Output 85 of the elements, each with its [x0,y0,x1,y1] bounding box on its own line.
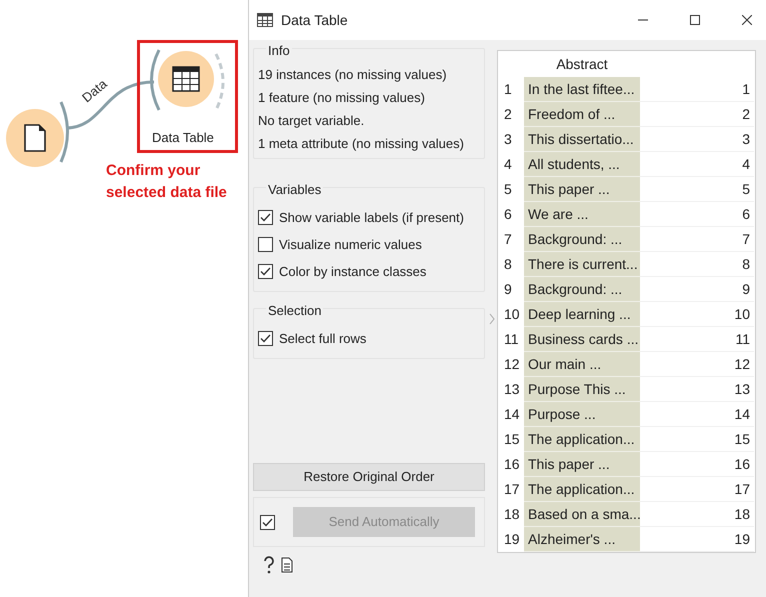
row-number: 4 [503,155,513,174]
table-cell: Freedom of ... [524,102,640,127]
table-cell: 18 [640,502,754,527]
table-cell: Deep learning ... [524,302,640,327]
row-number: 16 [503,455,521,474]
table-cell: 5 [640,177,754,202]
row-number: 6 [503,205,513,224]
table-cell: The application... [524,477,640,502]
table-cell: In the last fiftee... [524,77,640,102]
link-label: Data [78,75,111,108]
document-icon [24,124,46,152]
table-cell: 17 [640,477,754,502]
row-number: 15 [503,430,521,449]
checkbox[interactable] [258,264,273,279]
info-text: No target variable. [258,112,366,129]
row-number: 12 [503,355,521,374]
table-cell: 2 [640,102,754,127]
table-cell: Based on a sma... [524,502,640,527]
table-cell: 13 [640,377,754,402]
table-cell: 3 [640,127,754,152]
row-number: 1 [503,80,513,99]
annotation-text: Confirm your selected data file [106,161,228,203]
table-cell: Business cards ... [524,327,640,352]
table-cell: 6 [640,202,754,227]
table-cell: This dissertatio... [524,127,640,152]
table-cell: Background: ... [524,277,640,302]
table-cell: 14 [640,402,754,427]
row-number: 18 [503,505,521,524]
port-arc [148,48,162,112]
row-number: 10 [503,305,521,324]
row-number: 8 [503,255,513,274]
row-number: 17 [503,480,521,499]
info-text: 1 meta attribute (no missing values) [258,135,465,152]
row-number: 7 [503,230,513,249]
node-label: Data Table [152,129,214,147]
table-icon [257,13,273,27]
row-number: 11 [503,330,520,349]
row-number: 19 [503,530,521,549]
window-title: Data Table [281,10,349,30]
table-cell: This paper ... [524,177,640,202]
table-cell: Purpose This ... [524,377,640,402]
table-cell: Purpose ... [524,402,640,427]
table-cell: The application... [524,427,640,452]
restore-button[interactable]: Restore Original Order [253,463,485,491]
checkbox[interactable] [258,210,273,225]
row-number: 5 [503,180,513,199]
row-number: 13 [503,380,521,399]
checkbox[interactable] [258,237,273,252]
table-cell: Alzheimer's ... [524,527,640,552]
checkbox-label[interactable]: Visualize numeric values [279,234,422,254]
row-number: 14 [503,405,521,424]
table-cell: 15 [640,427,754,452]
table-cell: 12 [640,352,754,377]
table-cell: This paper ... [524,452,640,477]
maximize-icon[interactable] [690,15,700,25]
table-cell: 11 [640,327,754,352]
table-cell: 10 [640,302,754,327]
table-cell: There is current... [524,252,640,277]
report-icon[interactable] [281,557,293,573]
table-cell: We are ... [524,202,640,227]
help-icon[interactable] [263,556,275,574]
table-cell: Our main ... [524,352,640,377]
table-cell: 9 [640,277,754,302]
table-cell: 1 [640,77,754,102]
table-cell: 8 [640,252,754,277]
table-cell: 7 [640,227,754,252]
table-cell: All students, ... [524,152,640,177]
table-cell: 4 [640,152,754,177]
row-number: 3 [503,130,513,149]
checkbox-label[interactable]: Show variable labels (if present) [279,208,464,228]
table-cell: 16 [640,452,754,477]
row-number: 9 [503,280,513,299]
port-arc [58,100,72,164]
checkbox-label[interactable]: Color by instance classes [279,262,426,282]
checkbox-label[interactable]: Select full rows [279,328,366,348]
close-icon[interactable] [742,15,752,25]
table-cell: 19 [640,527,754,552]
table-cell: Background: ... [524,227,640,252]
data-table-node[interactable] [158,51,214,107]
checkbox[interactable] [258,331,273,346]
info-text: 19 instances (no missing values) [258,66,448,83]
row-number: 2 [503,105,513,124]
table-icon [172,66,200,92]
info-text: 1 feature (no missing values) [258,89,426,106]
column-header[interactable]: Abstract [524,54,640,74]
